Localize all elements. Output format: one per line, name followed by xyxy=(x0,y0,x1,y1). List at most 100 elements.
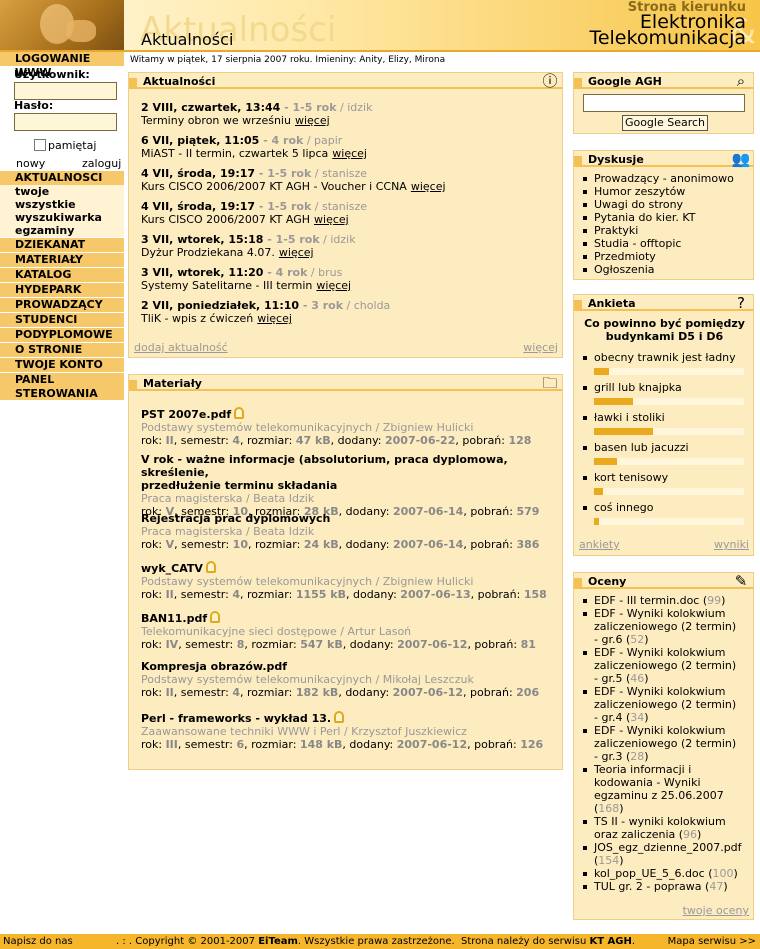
news-item: 3 VII, wtorek, 11:20 - 4 rok / brus Syste… xyxy=(141,266,351,292)
your-grades-link[interactable]: twoje oceny xyxy=(683,904,749,917)
username-input[interactable] xyxy=(14,82,117,100)
material-name[interactable]: BAN11.pdf xyxy=(141,612,207,625)
news-author: / stanisze xyxy=(311,167,368,180)
poll-option-label[interactable]: ławki i stoliki xyxy=(582,411,665,424)
nav-podyplomowe[interactable]: PODYPLOMOWE xyxy=(0,328,124,342)
news-more-link[interactable]: więcej xyxy=(411,180,446,193)
register-link[interactable]: nowy xyxy=(16,157,45,170)
forum-item[interactable]: Uwagi do strony xyxy=(582,198,734,211)
news-title: Aktualności xyxy=(143,75,216,88)
news-more-link[interactable]: więcej xyxy=(257,312,292,325)
material-name[interactable]: Kompresja obrazów.pdf xyxy=(141,660,287,673)
nav-panel-sterowania[interactable]: PANEL STEROWANIA xyxy=(0,373,124,400)
meta-sem: 4 xyxy=(232,686,240,699)
meta-rok: III xyxy=(165,738,178,751)
meta-label: rok: xyxy=(141,686,166,699)
meta-date: 2007-06-13 xyxy=(400,588,471,601)
grade-item[interactable]: TS II - wyniki kolokwium oraz zaliczenia … xyxy=(582,815,742,841)
material-meta: rok: II, semestr: 4, rozmiar: 47 kB, dod… xyxy=(141,434,531,447)
nav-studenci[interactable]: STUDENCI xyxy=(0,313,124,327)
nav-sub-twoje[interactable]: twoje xyxy=(0,185,124,198)
news-item: 3 VII, wtorek, 15:18 - 1-5 rok / idzik Dy… xyxy=(141,233,356,259)
nav-prowadzacy[interactable]: PROWADZĄCY xyxy=(0,298,124,312)
forum-item[interactable]: Przedmioty xyxy=(582,250,734,263)
material-name[interactable]: V rok - ważne informacje (absolutorium, … xyxy=(141,453,508,479)
contact-link[interactable]: Napisz do nas xyxy=(3,934,73,949)
nav-o-stronie[interactable]: O STRONIE xyxy=(0,343,124,357)
meta-label: , rozmiar: xyxy=(247,538,304,551)
footer-serwis-a: Strona należy do serwisu xyxy=(461,936,590,947)
news-author: / idzik xyxy=(319,233,356,246)
news-date: 4 VII, środa, 19:17 xyxy=(141,167,256,180)
forum-item[interactable]: Ogłoszenia xyxy=(582,263,734,276)
forum-item[interactable]: Studia - offtopic xyxy=(582,237,734,250)
add-news-link[interactable]: dodaj aktualność xyxy=(134,341,228,354)
material-course: Praca magisterska / Beata Idzik xyxy=(141,525,315,538)
material-meta: rok: III, semestr: 6, rozmiar: 148 kB, d… xyxy=(141,738,543,751)
nav-katalog[interactable]: KATALOG xyxy=(0,268,124,282)
poll-option-label[interactable]: grill lub knajpka xyxy=(582,381,682,394)
grades-title: Oceny xyxy=(588,575,627,588)
nav-sub-egzaminy[interactable]: egzaminy xyxy=(0,224,124,237)
news-item: 6 VII, piątek, 11:05 - 4 rok / papir MiAS… xyxy=(141,134,367,160)
grade-item[interactable]: TUL gr. 2 - poprawa (47) xyxy=(582,880,742,893)
grade-item[interactable]: EDF - Wyniki kolokwium zaliczeniowego (2 … xyxy=(582,724,742,763)
poll-option-label[interactable]: basen lub jacuzzi xyxy=(582,441,689,454)
google-search-button[interactable]: Google Search xyxy=(622,115,708,131)
news-more-link[interactable]: więcej xyxy=(279,246,314,259)
material-item: Kompresja obrazów.pdf Podstawy systemów t… xyxy=(141,660,539,699)
grade-text: - gr.4 xyxy=(594,711,623,724)
login-link[interactable]: zaloguj xyxy=(82,157,121,170)
nav-hydepark[interactable]: HYDEPARK xyxy=(0,283,124,297)
news-more-link[interactable]: więcej xyxy=(316,279,351,292)
news-panel: Aktualności ⓘ 2 VIII, czwartek, 13:44 - … xyxy=(128,72,563,358)
news-more-link[interactable]: więcej xyxy=(314,213,349,226)
nav-aktualnosci[interactable]: AKTUALNOSCI xyxy=(0,171,124,185)
grade-item[interactable]: JOS_egz_dzienne_2007.pdf (154) xyxy=(582,841,742,867)
meta-date: 2007-06-12 xyxy=(392,686,464,699)
forum-item[interactable]: Praktyki xyxy=(582,224,734,237)
password-input[interactable] xyxy=(14,113,117,131)
checkbox-icon[interactable] xyxy=(34,139,46,151)
news-item: 2 VII, poniedziałek, 11:10 - 3 rok / cho… xyxy=(141,299,390,325)
nav-sub-wyszukiwarka[interactable]: wyszukiwarka xyxy=(0,211,124,224)
poll-option-label[interactable]: obecny trawnik jest ładny xyxy=(582,351,736,364)
sitemap-link[interactable]: Mapa serwisu >> xyxy=(668,934,756,949)
news-all-link[interactable]: więcej xyxy=(523,341,558,354)
grade-item[interactable]: EDF - Wyniki kolokwium zaliczeniowego (2 … xyxy=(582,607,742,646)
forum-item[interactable]: Prowadzący - anonimowo xyxy=(582,172,734,185)
grade-text: zaliczeniowego (2 termin) xyxy=(594,737,737,750)
poll-option: coś innego xyxy=(582,501,654,514)
material-name[interactable]: Perl - frameworks - wykład 13. xyxy=(141,712,331,725)
footer: Napisz do nas . : . Copyright © 2001-200… xyxy=(0,934,760,949)
news-more-link[interactable]: więcej xyxy=(295,114,330,127)
material-name[interactable]: Rejestracja prac dyplomowych xyxy=(141,512,330,525)
nav-materialy[interactable]: MATERIAŁY xyxy=(0,253,124,267)
remember-checkbox[interactable]: pamiętaj xyxy=(34,139,96,152)
meta-label: , rozmiar: xyxy=(244,638,301,651)
news-more-link[interactable]: więcej xyxy=(332,147,367,160)
poll-results-link[interactable]: wyniki xyxy=(714,538,749,551)
poll-option-label[interactable]: kort tenisowy xyxy=(582,471,668,484)
folder-icon: 🗀 xyxy=(542,374,558,392)
poll-option: basen lub jacuzzi xyxy=(582,441,689,454)
forum-item[interactable]: Humor zeszytów xyxy=(582,185,734,198)
poll-question: Co powinno być pomiędzy budynkami D5 i D… xyxy=(584,317,745,343)
nav-label: HYDEPARK xyxy=(15,283,82,296)
polls-link[interactable]: ankiety xyxy=(579,538,620,551)
grade-item[interactable]: EDF - Wyniki kolokwium zaliczeniowego (2 … xyxy=(582,685,742,724)
material-name[interactable]: PST 2007e.pdf xyxy=(141,408,231,421)
nav-dziekanat[interactable]: DZIEKANAT xyxy=(0,238,124,252)
nav-sub-wszystkie[interactable]: wszystkie xyxy=(0,198,124,211)
material-name[interactable]: wyk_CATV xyxy=(141,562,203,575)
grade-text: oraz zaliczenia xyxy=(594,828,676,841)
grade-item[interactable]: EDF - III termin.doc (99) xyxy=(582,594,742,607)
grade-item[interactable]: EDF - Wyniki kolokwium zaliczeniowego (2 … xyxy=(582,646,742,685)
nav-twoje-konto[interactable]: TWOJE KONTO xyxy=(0,358,124,372)
grade-item[interactable]: kol_pop_UE_5_6.doc (100) xyxy=(582,867,742,880)
google-search-input[interactable] xyxy=(583,94,745,112)
poll-option-label[interactable]: coś innego xyxy=(582,501,654,514)
grade-item[interactable]: Teoria informacji i kodowania - Wyniki egz… xyxy=(582,763,742,815)
forum-item[interactable]: Pytania do kier. KT xyxy=(582,211,734,224)
news-year: - 1-5 rok xyxy=(255,167,312,180)
